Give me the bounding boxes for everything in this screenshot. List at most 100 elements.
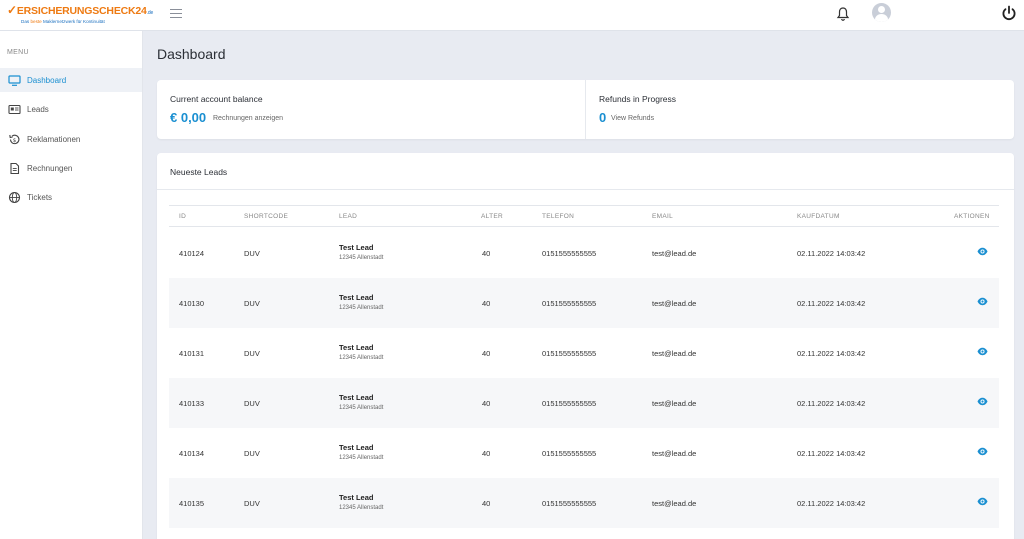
view-refunds-link[interactable]: View Refunds: [611, 115, 654, 122]
cell-shortcode: DUV: [244, 299, 260, 308]
refunds-value: 0: [599, 110, 607, 125]
show-invoices-link[interactable]: Rechnungen anzeigen: [213, 115, 283, 122]
cell-age: 40: [482, 249, 491, 258]
logo-tagline: Das beste Maklernetzwerk für Kontinuität: [21, 19, 142, 25]
cell-purchase-date: 02.11.2022 14:03:42: [797, 299, 866, 308]
menu-icon[interactable]: [170, 9, 182, 19]
sidebar-item-label: Leads: [27, 104, 49, 114]
stats-divider: [585, 80, 586, 139]
table-row[interactable]: 410124 DUV Test Lead 12345 Allenstadt 40…: [169, 228, 999, 278]
refund-icon: $: [9, 134, 20, 144]
cell-lead-name[interactable]: Test Lead: [339, 343, 373, 352]
cell-shortcode: DUV: [244, 349, 260, 358]
cell-phone: 0151555555555: [542, 249, 597, 258]
leads-card-title: Neueste Leads: [170, 167, 228, 177]
sidebar-item-tickets[interactable]: Tickets: [0, 185, 142, 209]
column-header-id[interactable]: ID: [179, 213, 186, 220]
cell-age: 40: [482, 499, 491, 508]
svg-text:$: $: [13, 138, 17, 144]
cell-purchase-date: 02.11.2022 14:03:42: [797, 349, 866, 358]
cell-purchase-date: 02.11.2022 14:03:42: [797, 499, 866, 508]
cell-lead-name[interactable]: Test Lead: [339, 493, 373, 502]
column-header-phone[interactable]: TELEFON: [542, 213, 574, 220]
view-eye-icon[interactable]: [977, 247, 988, 256]
document-icon: [10, 162, 20, 174]
latest-leads-card: Neueste Leads ID SHORTCODE LEAD ALTER TE…: [157, 153, 1014, 539]
cell-lead-name[interactable]: Test Lead: [339, 393, 373, 402]
view-eye-icon[interactable]: [977, 347, 988, 356]
logo-tagline-highlight: beste: [30, 19, 42, 24]
cell-phone: 0151555555555: [542, 499, 597, 508]
cell-purchase-date: 02.11.2022 14:03:42: [797, 249, 866, 258]
column-header-shortcode[interactable]: SHORTCODE: [244, 213, 288, 220]
cell-id: 410124: [179, 249, 205, 258]
balance-title: Current account balance: [170, 94, 263, 104]
cell-email: test@lead.de: [652, 399, 697, 408]
stats-card: Current account balance € 0,00 Rechnunge…: [157, 80, 1014, 139]
cell-age: 40: [482, 299, 491, 308]
cell-email: test@lead.de: [652, 349, 697, 358]
cell-email: test@lead.de: [652, 299, 697, 308]
cell-age: 40: [482, 399, 491, 408]
cell-id: 410135: [179, 499, 205, 508]
menu-label: MENU: [7, 49, 29, 56]
sidebar-item-reklamationen[interactable]: $ Reklamationen: [0, 127, 142, 151]
sidebar-item-rechnungen[interactable]: Rechnungen: [0, 156, 142, 180]
user-avatar-icon[interactable]: [872, 3, 891, 22]
sidebar: MENU Dashboard Leads $ Reklamationen Rec…: [0, 31, 143, 539]
sidebar-item-leads[interactable]: Leads: [0, 97, 142, 121]
id-card-icon: [8, 104, 21, 114]
column-header-age[interactable]: ALTER: [481, 213, 503, 220]
cell-lead-name[interactable]: Test Lead: [339, 293, 373, 302]
sidebar-item-label: Tickets: [27, 192, 53, 202]
cell-age: 40: [482, 449, 491, 458]
table-row[interactable]: 410135 DUV Test Lead 12345 Allenstadt 40…: [169, 478, 999, 528]
logo[interactable]: ✓ERSICHERUNGSCHECK24.de Das beste Makler…: [7, 4, 153, 26]
cell-lead-address: 12345 Allenstadt: [339, 355, 384, 361]
cell-age: 40: [482, 349, 491, 358]
logo-wordmark: ✓ERSICHERUNGSCHECK24.de: [7, 4, 153, 19]
column-header-actions: AKTIONEN: [954, 213, 990, 220]
cell-lead-address: 12345 Allenstadt: [339, 455, 384, 461]
cell-lead-address: 12345 Allenstadt: [339, 505, 384, 511]
sidebar-item-label: Rechnungen: [27, 163, 73, 173]
view-eye-icon[interactable]: [977, 297, 988, 306]
table-row[interactable]: 410131 DUV Test Lead 12345 Allenstadt 40…: [169, 328, 999, 378]
table-row[interactable]: 410133 DUV Test Lead 12345 Allenstadt 40…: [169, 378, 999, 428]
page-title: Dashboard: [157, 46, 226, 62]
cell-email: test@lead.de: [652, 449, 697, 458]
column-header-email[interactable]: EMAIL: [652, 213, 673, 220]
cell-phone: 0151555555555: [542, 399, 597, 408]
power-icon[interactable]: [1001, 5, 1017, 21]
cell-lead-name[interactable]: Test Lead: [339, 443, 373, 452]
refunds-title: Refunds in Progress: [599, 94, 677, 104]
column-header-purchase-date[interactable]: KAUFDATUM: [797, 213, 840, 220]
sidebar-item-dashboard[interactable]: Dashboard: [0, 68, 142, 92]
view-eye-icon[interactable]: [977, 397, 988, 406]
cell-shortcode: DUV: [244, 399, 260, 408]
card-divider: [157, 189, 1014, 190]
cell-lead-address: 12345 Allenstadt: [339, 305, 384, 311]
column-header-lead[interactable]: LEAD: [339, 213, 357, 220]
logo-tagline-post: Maklernetzwerk für Kontinuität: [41, 19, 105, 24]
monitor-icon: [8, 74, 21, 86]
table-row[interactable]: 410134 DUV Test Lead 12345 Allenstadt 40…: [169, 428, 999, 478]
logo-tld: .de: [146, 10, 154, 16]
table-row[interactable]: 410130 DUV Test Lead 12345 Allenstadt 40…: [169, 278, 999, 328]
cell-lead-name[interactable]: Test Lead: [339, 243, 373, 252]
balance-value: € 0,00: [170, 110, 207, 125]
cell-purchase-date: 02.11.2022 14:03:42: [797, 449, 866, 458]
globe-icon: [8, 191, 21, 203]
cell-shortcode: DUV: [244, 449, 260, 458]
cell-shortcode: DUV: [244, 249, 260, 258]
cell-phone: 0151555555555: [542, 449, 597, 458]
cell-id: 410130: [179, 299, 205, 308]
cell-lead-address: 12345 Allenstadt: [339, 405, 384, 411]
cell-phone: 0151555555555: [542, 349, 597, 358]
cell-purchase-date: 02.11.2022 14:03:42: [797, 399, 866, 408]
view-eye-icon[interactable]: [977, 447, 988, 456]
bell-icon[interactable]: [836, 6, 850, 22]
cell-id: 410134: [179, 449, 205, 458]
view-eye-icon[interactable]: [977, 497, 988, 506]
cell-lead-address: 12345 Allenstadt: [339, 255, 384, 261]
